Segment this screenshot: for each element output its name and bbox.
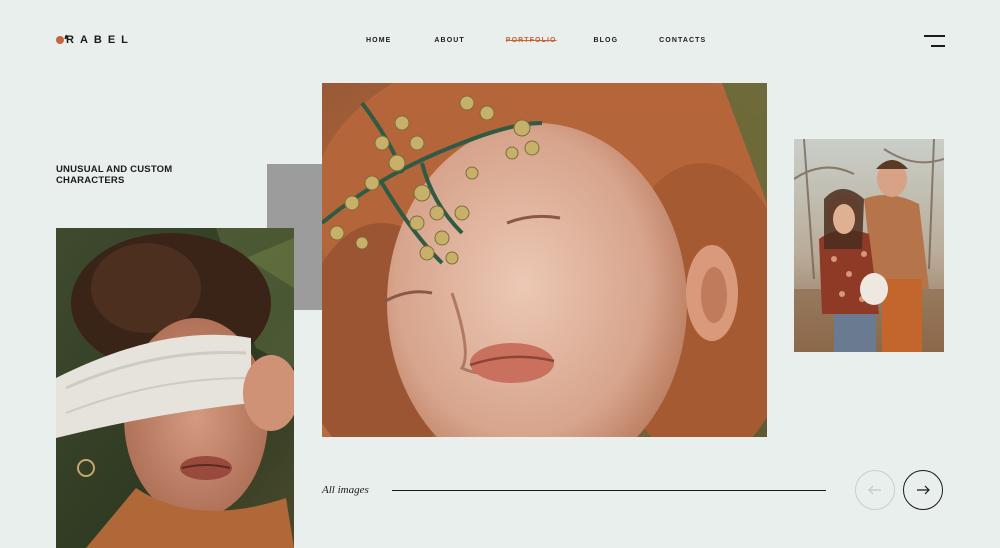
nav-item-home[interactable]: HOME <box>366 37 391 44</box>
brand-logo[interactable]: RABEL <box>56 34 134 46</box>
nav-item-blog[interactable]: BLOG <box>594 37 619 44</box>
arrow-right-icon <box>917 485 930 495</box>
main-nav: HOME ABOUT PORTFOLIO BLOG CONTACTS <box>366 37 706 44</box>
nav-item-portfolio[interactable]: PORTFOLIO <box>506 37 557 44</box>
divider-line <box>392 490 826 491</box>
nav-item-about[interactable]: ABOUT <box>434 37 464 44</box>
arrow-left-icon <box>868 485 881 495</box>
logo-mark-icon <box>56 36 64 44</box>
photo-redhead-with-berries[interactable] <box>322 83 767 437</box>
all-images-link[interactable]: All images <box>322 484 369 496</box>
prev-button[interactable] <box>855 470 895 510</box>
nav-item-contacts[interactable]: CONTACTS <box>659 37 706 44</box>
photo-blindfolded-woman[interactable] <box>56 228 294 548</box>
brand-name: RABEL <box>66 34 134 46</box>
hamburger-menu-icon[interactable] <box>923 35 945 49</box>
photo-couple-outdoors[interactable] <box>794 139 944 352</box>
next-button[interactable] <box>903 470 943 510</box>
hero-tagline: UNUSUAL AND CUSTOM CHARACTERS <box>56 164 173 186</box>
